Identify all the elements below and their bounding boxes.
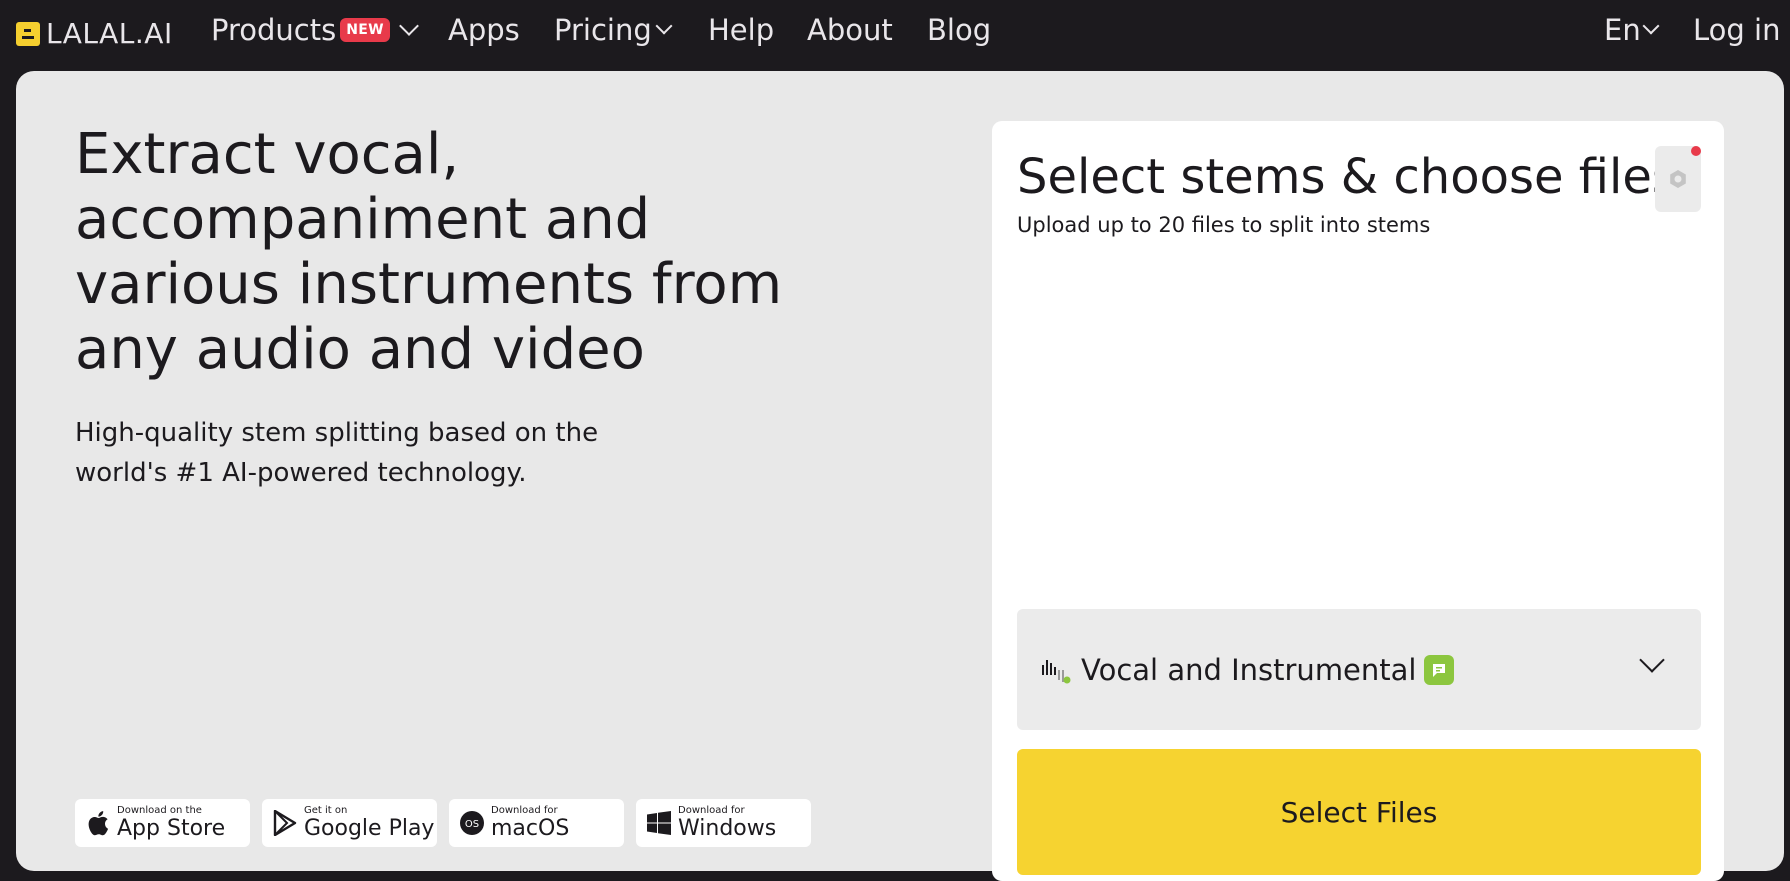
panel-subtitle: Upload up to 20 files to split into stem… (1017, 213, 1431, 237)
download-links: Download on the App Store Get it on Goog… (75, 799, 811, 847)
chevron-down-icon (1639, 647, 1665, 673)
notification-dot (1691, 146, 1701, 156)
store-small-label: Download for (678, 805, 745, 816)
store-big-label: App Store (117, 816, 226, 841)
gear-icon (1670, 170, 1686, 188)
store-small-label: Download for (491, 805, 558, 816)
store-big-label: Windows (678, 816, 777, 841)
nav-about-label: About (807, 13, 893, 47)
upload-panel: Select stems & choose files Upload up to… (992, 121, 1724, 881)
chevron-down-icon (655, 17, 673, 35)
nav-about[interactable]: About (807, 13, 893, 47)
login-label: Log in (1693, 13, 1781, 47)
store-small-label: Download on the (117, 805, 202, 816)
waveform-icon (1042, 659, 1071, 683)
macos-button[interactable]: OS Download for macOS (449, 799, 624, 847)
hero-subtitle: High-quality stem splitting based on the… (75, 418, 599, 488)
app-store-button[interactable]: Download on the App Store (75, 799, 250, 847)
apple-icon (85, 809, 111, 837)
panel-title: Select stems & choose files (1017, 149, 1677, 205)
nav-help-label: Help (708, 13, 775, 47)
stem-type-dropdown[interactable]: Vocal and Instrumental (1017, 609, 1701, 730)
logo-link[interactable]: LALAL.AI (16, 17, 173, 50)
top-nav: LALAL.AI Products NEW Apps Pricing Help … (0, 0, 1790, 70)
nav-blog-label: Blog (927, 13, 992, 47)
nav-pricing[interactable]: Pricing (554, 13, 673, 47)
select-files-button[interactable]: Select Files (1017, 749, 1701, 875)
svg-text:OS: OS (465, 819, 479, 830)
hero-title: Extract vocal, accompaniment and various… (75, 122, 783, 382)
nav-help[interactable]: Help (708, 13, 774, 47)
store-small-label: Get it on (304, 805, 348, 816)
nav-apps[interactable]: Apps (448, 13, 520, 47)
language-label: En (1604, 13, 1641, 47)
nav-products[interactable]: Products NEW (211, 13, 419, 47)
stem-option-label: Vocal and Instrumental (1081, 652, 1417, 687)
logo-icon (16, 21, 40, 46)
google-play-icon (272, 809, 298, 837)
nav-products-label: Products (211, 13, 337, 47)
chevron-down-icon (1642, 17, 1660, 35)
nav-pricing-label: Pricing (554, 13, 652, 47)
macos-icon: OS (459, 809, 485, 837)
chevron-down-icon (398, 16, 419, 36)
store-big-label: macOS (491, 816, 570, 841)
new-badge: NEW (340, 18, 390, 42)
stem-badge-icon (1424, 654, 1455, 685)
nav-apps-label: Apps (448, 13, 520, 47)
store-big-label: Google Play (304, 816, 435, 841)
login-link[interactable]: Log in (1693, 13, 1780, 47)
nav-blog[interactable]: Blog (927, 13, 991, 47)
language-selector[interactable]: En (1604, 13, 1660, 47)
google-play-button[interactable]: Get it on Google Play (262, 799, 437, 847)
logo-text: LALAL.AI (46, 17, 173, 50)
windows-icon (646, 809, 672, 837)
windows-button[interactable]: Download for Windows (636, 799, 811, 847)
